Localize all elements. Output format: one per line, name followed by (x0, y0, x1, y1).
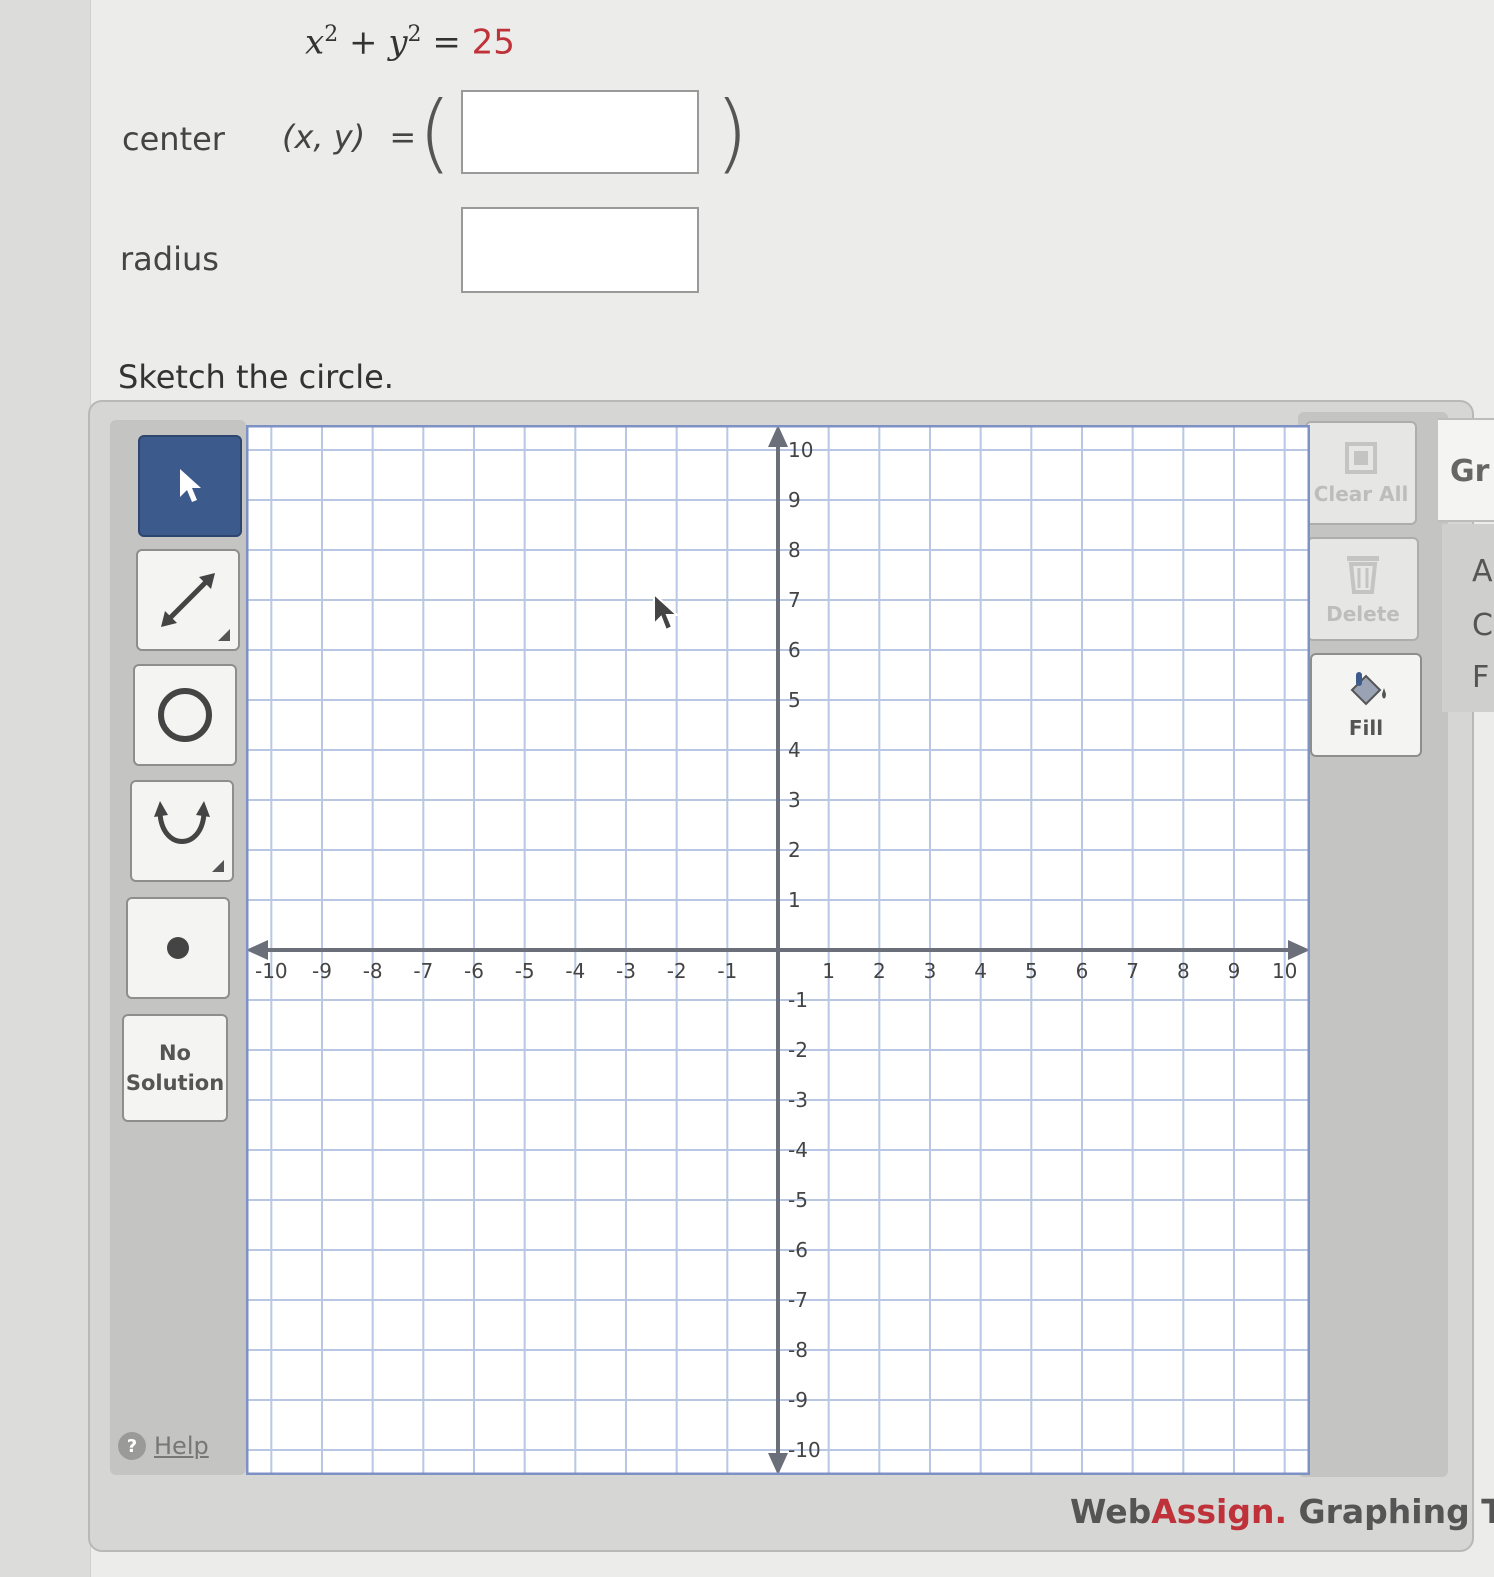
no-solution-line2: Solution (125, 1071, 225, 1095)
center-equals: = (389, 118, 417, 156)
center-label: center (122, 120, 225, 158)
no-solution-line1: No (158, 1041, 191, 1065)
x-tick-label: 7 (1126, 959, 1139, 983)
radius-answer-input[interactable] (461, 207, 699, 293)
x-tick-label: -5 (515, 959, 535, 983)
fill-button[interactable]: Fill (1310, 653, 1422, 757)
radius-label: radius (120, 240, 219, 278)
y-tick-label: 1 (788, 888, 801, 912)
x-tick-label: -6 (464, 959, 484, 983)
y-tick-label: -3 (788, 1088, 808, 1112)
eq-rhs-value: 25 (471, 22, 515, 63)
eq-y: y (388, 22, 408, 63)
eq-x: x (305, 22, 325, 63)
clear-all-button[interactable]: Clear All (1305, 421, 1417, 525)
side-panel-line2: C (1472, 608, 1493, 643)
pointer-icon (180, 469, 201, 502)
eq-x-exponent: 2 (324, 22, 339, 47)
side-tab[interactable]: Gr (1438, 418, 1494, 522)
side-panel-line1: A (1472, 554, 1493, 589)
y-tick-label: -4 (788, 1138, 808, 1162)
brand-web: Web (1070, 1492, 1152, 1531)
line-tool-button[interactable] (136, 549, 240, 651)
x-tick-label: 10 (1272, 959, 1297, 983)
eq-plus: + (349, 22, 378, 63)
brand-assign: Assign (1151, 1492, 1275, 1531)
center-xy-text: (x, y) (282, 118, 366, 156)
x-tick-label: -8 (363, 959, 383, 983)
point-tool-icon (167, 937, 189, 959)
y-tick-label: -5 (788, 1188, 808, 1212)
side-panel: A C F (1442, 524, 1494, 712)
side-tab-title: Gr (1450, 454, 1490, 489)
y-tick-label: -10 (788, 1438, 821, 1462)
point-tool-button[interactable] (126, 897, 230, 999)
y-tick-label: 5 (788, 688, 801, 712)
side-panel-line3: F (1472, 660, 1490, 695)
brand-tool: Graphing Tool (1298, 1492, 1494, 1531)
x-tick-label: -4 (565, 959, 585, 983)
equation: x2 + y2 = 25 (305, 22, 515, 62)
y-tick-label: 9 (788, 488, 801, 512)
x-tick-label: 5 (1025, 959, 1038, 983)
y-tick-label: -2 (788, 1038, 808, 1062)
x-tick-label: -9 (312, 959, 332, 983)
y-tick-label: -9 (788, 1388, 808, 1412)
y-tick-label: 10 (788, 438, 813, 462)
x-tick-label: 9 (1228, 959, 1241, 983)
coordinate-graph[interactable]: -10 -9 -8 -7 -6 -5 -4 -3 -2 -1 1 2 3 4 5 6 7 8 9 10 10 9 8 7 6 5… (246, 425, 1310, 1475)
y-tick-label: 2 (788, 838, 801, 862)
fill-label: Fill (1348, 716, 1384, 740)
y-tick-label: 7 (788, 588, 801, 612)
x-tick-label: -10 (255, 959, 288, 983)
center-answer-input[interactable] (461, 90, 699, 174)
help-label: Help (154, 1432, 209, 1460)
eq-equals: = (432, 22, 461, 63)
help-link[interactable]: ? Help (118, 1432, 209, 1460)
parabola-tool-button[interactable] (130, 780, 234, 882)
y-tick-label: -8 (788, 1338, 808, 1362)
mouse-cursor-icon (653, 592, 680, 632)
brand-dot: . (1274, 1492, 1288, 1531)
delete-label: Delete (1326, 602, 1400, 626)
webassign-brand: WebAssign. Graphing Tool (1070, 1492, 1494, 1531)
y-tick-label: -7 (788, 1288, 808, 1312)
center-open-paren: ( (418, 83, 452, 183)
y-tick-label: 4 (788, 738, 801, 762)
x-tick-label: -3 (616, 959, 636, 983)
line-tool-icon (161, 573, 215, 627)
x-tick-label: -1 (717, 959, 737, 983)
x-tick-label: 3 (924, 959, 937, 983)
clear-all-icon (1345, 442, 1377, 474)
y-tick-label: 8 (788, 538, 801, 562)
y-tick-label: 6 (788, 638, 801, 662)
trash-icon (1347, 556, 1379, 594)
circle-tool-icon (158, 688, 212, 742)
parabola-tool-icon (154, 801, 210, 844)
page-left-margin (0, 0, 91, 1577)
pointer-tool-button[interactable] (138, 435, 242, 537)
x-tick-label: 1 (822, 959, 835, 983)
y-tick-label: -1 (788, 988, 808, 1012)
y-tick-label: 3 (788, 788, 801, 812)
center-close-paren: ) (715, 83, 749, 183)
x-tick-label: -7 (413, 959, 433, 983)
center-xy-label: (x, y) = (282, 118, 416, 156)
no-solution-button[interactable]: No Solution (122, 1014, 228, 1122)
fill-bucket-icon (1350, 672, 1386, 706)
parabola-tool-more-indicator (212, 860, 224, 872)
sketch-instruction: Sketch the circle. (118, 358, 394, 396)
y-tick-label: -6 (788, 1238, 808, 1262)
line-tool-more-indicator (218, 629, 230, 641)
x-tick-label: 8 (1177, 959, 1190, 983)
help-icon: ? (118, 1432, 146, 1460)
clear-all-label: Clear All (1313, 482, 1409, 506)
x-tick-label: -2 (667, 959, 687, 983)
circle-tool-button[interactable] (133, 664, 237, 766)
x-tick-label: 4 (974, 959, 987, 983)
delete-button[interactable]: Delete (1307, 537, 1419, 641)
x-tick-label: 6 (1076, 959, 1089, 983)
x-tick-label: 2 (873, 959, 886, 983)
eq-y-exponent: 2 (407, 22, 422, 47)
